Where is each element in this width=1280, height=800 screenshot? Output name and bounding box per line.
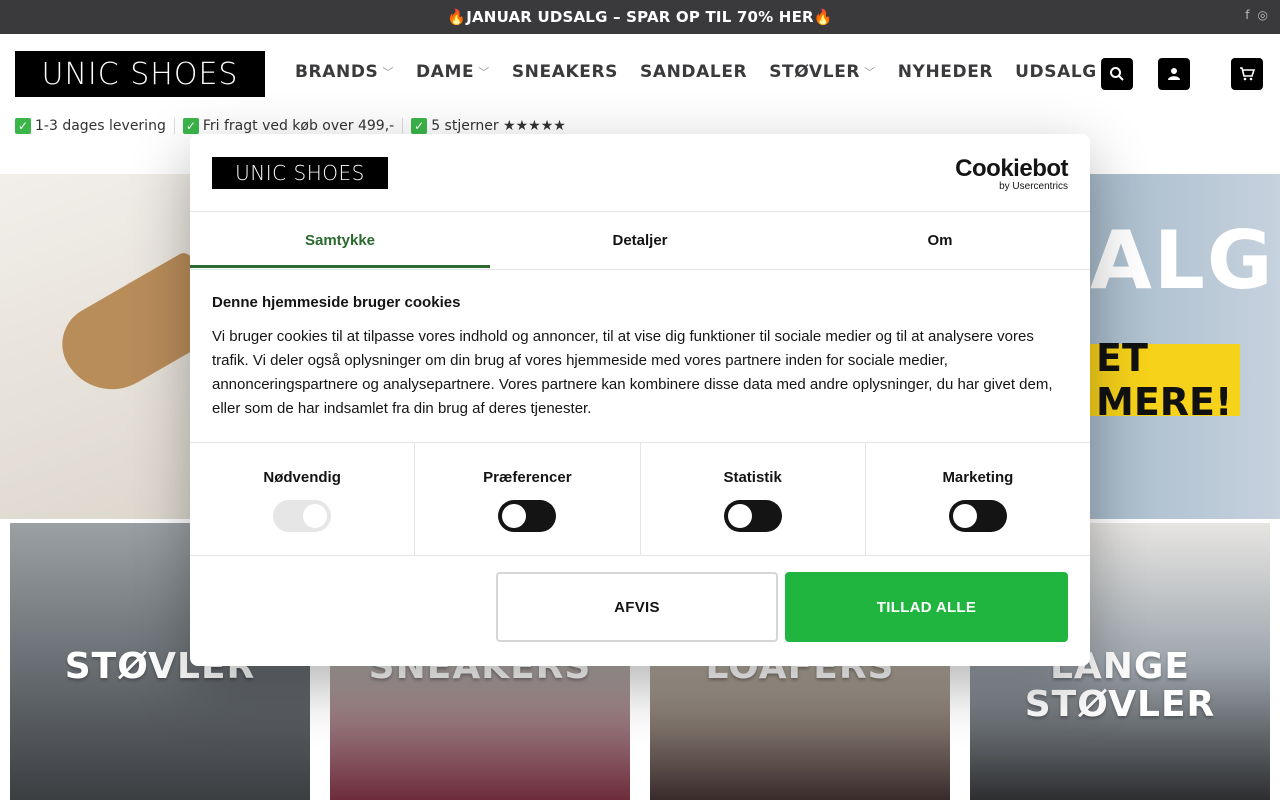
tab-om[interactable]: Om bbox=[790, 212, 1090, 268]
necessary-switch bbox=[273, 500, 332, 532]
consent-body: Denne hjemmeside bruger cookies Vi bruge… bbox=[212, 294, 1068, 421]
dialog-logo: UNIC SHOES bbox=[212, 157, 388, 189]
consent-toggles: Nødvendig Præferencer Statistik Marketin… bbox=[190, 442, 1090, 556]
toggle-preferences: Præferencer bbox=[415, 443, 641, 555]
allow-all-button[interactable]: TILLAD ALLE bbox=[785, 572, 1068, 642]
toggle-marketing: Marketing bbox=[866, 443, 1090, 555]
marketing-switch[interactable] bbox=[948, 500, 1007, 532]
toggle-statistics: Statistik bbox=[641, 443, 866, 555]
cookie-overlay: UNIC SHOES Cookiebot by Usercentrics Sam… bbox=[0, 0, 1280, 800]
tab-detaljer[interactable]: Detaljer bbox=[490, 212, 790, 268]
deny-button[interactable]: AFVIS bbox=[496, 572, 778, 642]
cookiebot-logo[interactable]: Cookiebot by Usercentrics bbox=[955, 156, 1068, 192]
consent-text: Vi bruger cookies til at tilpasse vores … bbox=[212, 328, 1053, 417]
consent-tabs: Samtykke Detaljer Om bbox=[190, 212, 1090, 268]
consent-heading: Denne hjemmeside bruger cookies bbox=[212, 294, 461, 311]
cookie-dialog: UNIC SHOES Cookiebot by Usercentrics Sam… bbox=[190, 134, 1090, 666]
toggle-necessary: Nødvendig bbox=[190, 443, 416, 555]
statistics-switch[interactable] bbox=[723, 500, 782, 532]
preferences-switch[interactable] bbox=[498, 500, 557, 532]
divider bbox=[190, 269, 1090, 270]
tab-samtykke[interactable]: Samtykke bbox=[190, 212, 490, 268]
